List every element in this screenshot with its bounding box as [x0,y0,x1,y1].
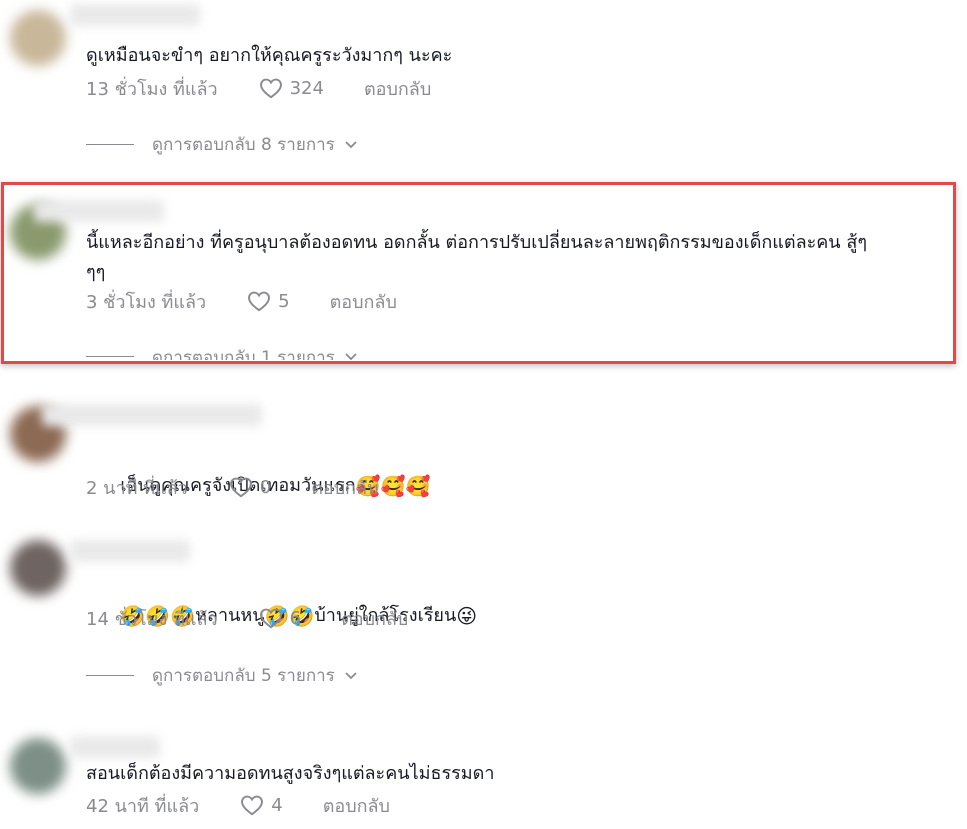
reply-button[interactable]: ตอบกลับ [311,473,378,502]
view-replies-button[interactable]: ดูการตอบกลับ 8 รายการ [86,130,359,158]
chevron-down-icon [345,141,357,149]
like-button[interactable]: 5 [246,288,290,314]
comment-time: 14 ชั่วโมง ที่แล้ว [86,608,218,630]
like-count: 6 [289,607,302,629]
comment-meta: 42 นาที ที่แล้ว 4 ตอบกลับ [86,791,390,819]
divider-line [86,674,134,676]
view-replies-button[interactable]: ดูการตอบกลับ 5 รายการ [86,661,359,689]
avatar[interactable] [10,10,66,66]
comment-text: นี้แหละอีกอย่าง ที่ครูอนุบาลต้องอดทน อดก… [86,232,867,283]
heart-outline-icon [229,477,252,498]
username-blurred[interactable] [70,736,160,758]
comment-meta: 13 ชั่วโมง ที่แล้ว 324 ตอบกลับ [86,74,431,102]
avatar[interactable] [10,540,66,596]
heart-outline-icon [259,608,282,629]
comment-time: 2 นาที ที่แล้ว [86,477,188,499]
winking-tongue-emoji: 😜 [456,604,478,628]
like-count: 4 [271,794,283,816]
heart-outline-icon [259,78,282,99]
view-replies-label: ดูการตอบกลับ 8 รายการ [152,134,335,155]
like-count: 0 [259,476,272,498]
username-blurred[interactable] [70,540,190,562]
comment-time: 42 นาที ที่แล้ว [86,795,200,817]
view-replies-button[interactable]: ดูการตอบกลับ 1 รายการ [86,344,359,360]
like-button[interactable]: 6 [258,605,301,631]
comment-text: สอนเด็กต้องมีความอดทนสูงจริงๆแต่ละคนไม่ธ… [86,763,495,784]
username-blurred[interactable] [42,404,262,426]
divider-line [86,356,134,357]
like-button[interactable]: 324 [258,75,324,101]
chevron-down-icon [345,672,357,680]
reply-button[interactable]: ตอบกลับ [341,604,408,633]
like-button[interactable]: 4 [239,792,283,818]
comment-meta: 3 ชั่วโมง ที่แล้ว 5 ตอบกลับ [86,287,397,315]
view-replies-label: ดูการตอบกลับ 1 รายการ [152,348,335,360]
comment-text: ดูเหมือนจะขำๆ อยากให้คุณครูระวังมากๆ นะค… [86,45,453,66]
like-count: 324 [289,77,324,99]
reply-button[interactable]: ตอบกลับ [364,74,431,103]
comment-meta: 14 ชั่วโมง ที่แล้ว 6 ตอบกลับ [86,604,408,632]
chevron-down-icon [345,353,357,360]
view-replies-label: ดูการตอบกลับ 5 รายการ [152,665,335,686]
avatar[interactable] [10,738,66,794]
like-button[interactable]: 0 [228,474,271,500]
heart-outline-icon [241,795,264,816]
username-blurred[interactable] [70,4,200,26]
like-count: 5 [278,290,290,312]
comments-panel: ดูเหมือนจะขำๆ อยากให้คุณครูระวังมากๆ นะค… [0,0,967,829]
comment-time: 13 ชั่วโมง ที่แล้ว [86,78,218,100]
comment-time: 3 ชั่วโมง ที่แล้ว [86,291,207,313]
username-blurred[interactable] [34,200,164,222]
divider-line [86,143,134,145]
reply-button[interactable]: ตอบกลับ [330,287,397,316]
heart-outline-icon [248,291,271,312]
reply-button[interactable]: ตอบกลับ [323,791,390,820]
comment-meta: 2 นาที ที่แล้ว 0 ตอบกลับ [86,473,379,501]
